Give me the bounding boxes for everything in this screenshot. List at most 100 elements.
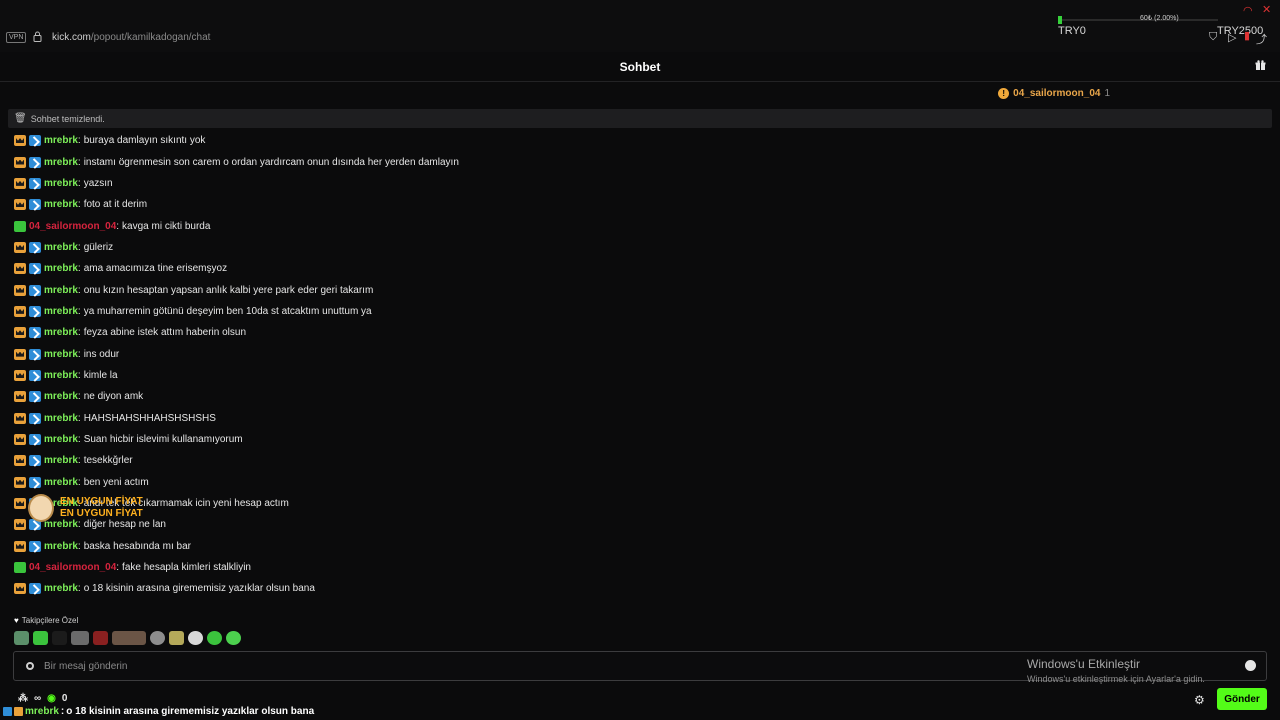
verified-badge-icon (29, 199, 41, 211)
message-username[interactable]: mrebrk (44, 541, 78, 552)
gift-icon[interactable] (1255, 60, 1266, 71)
message-text: güleriz (83, 241, 114, 253)
verified-badge-icon (29, 391, 41, 403)
emote-4-icon[interactable] (71, 631, 89, 645)
verified-badge-icon (29, 241, 41, 253)
top-gifter[interactable]: ! 04_sailormoon_04 1 (998, 88, 1110, 99)
message-text: ya muharremin götünü deşeyim ben 10da st… (83, 305, 372, 317)
emote-bar (14, 631, 241, 645)
chat-message: mrebrk: ben yeni actım (14, 472, 1264, 493)
emoji-icon[interactable] (1245, 660, 1256, 671)
send-button[interactable]: Gönder (1217, 688, 1267, 710)
emote-11-icon[interactable] (226, 631, 241, 645)
message-username[interactable]: 04_sailormoon_04 (29, 562, 116, 573)
message-separator: : (77, 348, 81, 360)
url-path: /popout/kamilkadogan/chat (90, 32, 211, 43)
message-username[interactable]: mrebrk (44, 391, 78, 402)
message-separator: : (77, 177, 81, 189)
emote-3-icon[interactable] (52, 631, 67, 645)
address-bar[interactable]: kick.com/popout/kamilkadogan/chat (52, 32, 210, 43)
emote-7-icon[interactable] (150, 631, 165, 645)
message-username[interactable]: mrebrk (44, 199, 78, 210)
message-separator: : (77, 433, 81, 445)
crown-badge-icon (14, 476, 26, 488)
message-separator: : (77, 327, 81, 339)
message-separator: : (77, 156, 81, 168)
settings-gear-icon[interactable]: ⚙ (1194, 693, 1205, 707)
message-username[interactable]: mrebrk (44, 370, 78, 381)
message-username[interactable]: 04_sailormoon_04 (29, 221, 116, 232)
crown-badge-icon (14, 305, 26, 317)
message-separator: : (77, 305, 81, 317)
close-icon[interactable]: ✕ (1262, 3, 1271, 16)
message-separator: : (77, 263, 81, 275)
users-icon[interactable]: ⁂ (18, 693, 28, 704)
emote-10-icon[interactable] (207, 631, 222, 645)
emote-5-icon[interactable] (93, 631, 108, 645)
message-text: fake hesapla kimleri stalkliyin (122, 562, 251, 574)
chat-message: mrebrk: güleriz (14, 237, 1264, 258)
chat-message: mrebrk: ins odur (14, 343, 1264, 364)
message-username[interactable]: mrebrk (44, 583, 78, 594)
message-text: foto at it derim (83, 199, 148, 211)
record-icon[interactable]: ▮ (1244, 29, 1250, 42)
message-username[interactable]: mrebrk (44, 349, 78, 360)
url-host: kick.com (52, 32, 91, 43)
message-text: feyza abine istek attım haberin olsun (83, 327, 247, 339)
chat-message: mrebrk: instamı ögrenmesin son carem o or… (14, 151, 1264, 172)
message-separator: : (77, 455, 81, 467)
input-indicator-icon (26, 662, 34, 670)
emote-6-icon[interactable] (112, 631, 146, 645)
windows-activation-title: Windows'u Etkinleştir (1027, 657, 1140, 671)
message-username[interactable]: mrebrk (44, 477, 78, 488)
donation-min: TRY0 (1058, 25, 1086, 37)
play-icon[interactable]: ▷ (1228, 31, 1236, 44)
followers-only-text: Takipçilere Özel (21, 616, 79, 625)
emote-9-icon[interactable] (188, 631, 203, 645)
emote-8-icon[interactable] (169, 631, 184, 645)
verified-badge-icon (29, 156, 41, 168)
emote-2-icon[interactable] (33, 631, 48, 645)
chat-message: mrebrk: Suan hicbir islevimi kullanamıyor… (14, 429, 1264, 450)
message-username[interactable]: mrebrk (44, 434, 78, 445)
message-text: ne diyon amk (83, 391, 144, 403)
verified-badge-icon (29, 583, 41, 595)
chat-message: 04_sailormoon_04: fake hesapla kimleri st… (14, 557, 1264, 578)
message-username[interactable]: mrebrk (44, 455, 78, 466)
message-username[interactable]: mrebrk (44, 327, 78, 338)
message-text: kavga mi cikti burda (122, 220, 211, 232)
message-username[interactable]: mrebrk (44, 285, 78, 296)
message-input[interactable] (44, 658, 944, 674)
crown-badge-icon (14, 263, 26, 275)
verified-badge-icon (3, 707, 12, 716)
verified-badge-icon (29, 369, 41, 381)
message-username[interactable]: mrebrk (44, 178, 78, 189)
share-icon[interactable]: ⤴ (1256, 31, 1267, 47)
infinity-icon[interactable]: ∞ (34, 693, 41, 704)
verified-badge-icon (29, 476, 41, 488)
shield-icon[interactable]: ⛉ (1209, 31, 1217, 44)
ticker-text: o 18 kisinin arasına girememisiz yazıkla… (66, 706, 315, 717)
crown-badge-icon (14, 177, 26, 189)
vpn-badge[interactable]: VPN (6, 32, 27, 43)
message-text: ben yeni actım (83, 476, 149, 488)
message-username[interactable]: mrebrk (44, 135, 78, 146)
crown-badge-icon (14, 583, 26, 595)
crown-badge-icon (14, 284, 26, 296)
message-username[interactable]: mrebrk (44, 157, 78, 168)
message-username[interactable]: mrebrk (44, 306, 78, 317)
headset-icon[interactable]: ◠ (1243, 4, 1253, 17)
crown-badge-icon (14, 433, 26, 445)
message-username[interactable]: mrebrk (44, 413, 78, 424)
message-separator: : (77, 135, 81, 147)
message-username[interactable]: mrebrk (44, 242, 78, 253)
ticker-separator: : (60, 706, 65, 717)
emote-1-icon[interactable] (14, 631, 29, 645)
points-icon[interactable]: ◉ (47, 693, 56, 704)
chat-message: mrebrk: yazsın (14, 173, 1264, 194)
message-username[interactable]: mrebrk (44, 263, 78, 274)
windows-activation-subtitle: Windows'u etkinleştirmek için Ayarlar'a … (1027, 674, 1205, 684)
chat-message: mrebrk: ya muharremin götünü deşeyim ben … (14, 301, 1264, 322)
crown-badge-icon (14, 156, 26, 168)
donation-progress-bar (1058, 16, 1218, 24)
